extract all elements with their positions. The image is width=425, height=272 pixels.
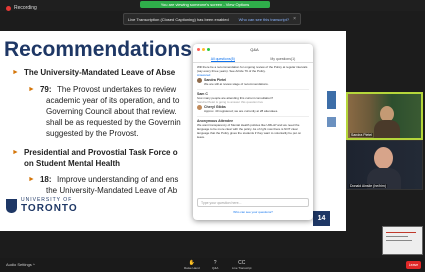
screen-thumbnail[interactable] xyxy=(382,226,423,255)
notification-text: Live Transcription (Closed Captioning) h… xyxy=(128,16,229,22)
question-visibility-link[interactable]: Who can see your questions? xyxy=(197,210,309,214)
question-status[interactable]: Answered xyxy=(197,73,309,77)
logo-main-text: TORONTO xyxy=(21,203,78,214)
view-options-tab[interactable]: You are viewing someone's screen - View … xyxy=(140,1,270,8)
minimize-window-icon[interactable] xyxy=(202,48,205,51)
thumbnail-decoration xyxy=(386,232,416,233)
slide-subbullet-79: ► 79: xyxy=(28,84,52,95)
slide-decoration xyxy=(327,117,336,127)
participant-name: Sandra Pietel xyxy=(350,133,374,137)
slide-page-number: 14 xyxy=(313,211,330,226)
transcript-notification: Live Transcription (Closed Captioning) h… xyxy=(123,13,301,25)
zoom-window: Recording You are viewing someone's scre… xyxy=(0,0,425,272)
participant-head xyxy=(374,147,393,169)
uoft-logo: UNIVERSITY OF TORONTO xyxy=(6,197,78,214)
participant-name: Donald Ainslie (he/him) xyxy=(349,184,387,188)
slide-title: Recommendations xyxy=(4,38,192,61)
bullet-1-text: The University-Mandated Leave of Abse xyxy=(23,68,176,77)
qa-question: Will there be a recommendation for ongoi… xyxy=(197,65,309,86)
slide-decoration xyxy=(327,91,336,109)
share-bar: Recording You are viewing someone's scre… xyxy=(0,0,425,11)
bullet-arrow-icon: ► xyxy=(12,149,19,156)
question-text: We want transparency of Mental Health po… xyxy=(197,123,302,139)
audio-settings-button[interactable]: Audio Settings ^ xyxy=(6,262,35,267)
qa-label: Q&A xyxy=(212,266,219,270)
raise-hand-label: Raise Hand xyxy=(184,266,200,270)
video-tile-donald[interactable]: Donald Ainslie (he/him) xyxy=(346,140,423,190)
qa-title: Q&A xyxy=(250,47,259,52)
avatar xyxy=(197,78,202,83)
subbullet-18-number: 18: xyxy=(39,175,52,184)
recording-label: Recording xyxy=(14,5,37,11)
qa-answer: Cheryl Gibbs Approx. 40 registered; we a… xyxy=(197,105,309,113)
bullet-arrow-icon: ► xyxy=(12,69,19,76)
video-tile-sandra[interactable]: Sandra Pietel xyxy=(346,92,423,140)
bullet-arrow-icon: ► xyxy=(28,86,35,93)
tab-my-questions[interactable]: My questions(1) xyxy=(270,55,295,62)
bullet-arrow-icon: ► xyxy=(28,176,35,183)
maximize-window-icon[interactable] xyxy=(207,48,210,51)
close-window-icon[interactable] xyxy=(197,48,200,51)
answer-text: Approx. 40 registered; we are currently … xyxy=(204,109,279,113)
crest-icon xyxy=(6,198,17,213)
qa-panel: Q&A All questions(5) My questions(1) Wil… xyxy=(193,44,313,220)
tab-all-questions[interactable]: All questions(5) xyxy=(210,55,235,62)
thumbnail-decoration xyxy=(386,236,408,237)
slide-bullet-2: ► Presidential and Provostial Task Force… xyxy=(12,147,178,158)
live-transcript-label: Live Transcript xyxy=(232,266,252,270)
leave-button[interactable]: Leave xyxy=(406,261,421,269)
slide-subbullet-18: ► 18: xyxy=(28,174,52,185)
qa-footer: Type your question here... Who can see y… xyxy=(197,198,309,214)
close-icon[interactable]: × xyxy=(293,16,296,22)
thumbnail-decoration xyxy=(386,240,412,241)
slide-line: academic year of its operation, and to xyxy=(46,96,180,105)
qa-question: Sam C how many people are attending this… xyxy=(197,89,309,113)
transcript-visibility-link[interactable]: Who can see this transcript? xyxy=(239,17,289,22)
slide-line: Improve understanding of and ens xyxy=(57,175,179,184)
qa-tabs: All questions(5) My questions(1) xyxy=(193,55,313,63)
slide-line: suggested by the Provost. xyxy=(46,129,139,138)
slide-line: Governing Council about that review. xyxy=(46,107,177,116)
question-status: Sandra Pietel is going to answer this qu… xyxy=(197,100,264,104)
recording-indicator[interactable]: Recording xyxy=(6,2,37,14)
qa-answer: Sandra Pietel We are still at review sta… xyxy=(197,78,309,86)
slide-line: the University-Mandated Leave of Ab xyxy=(46,186,178,195)
meeting-toolbar: Audio Settings ^ ✋ Raise Hand ? Q&A CC L… xyxy=(0,258,425,272)
participant-body xyxy=(374,120,400,138)
qa-titlebar: Q&A xyxy=(193,44,313,55)
record-dot-icon xyxy=(6,5,11,11)
slide-line: The Provost undertakes to review xyxy=(57,85,177,94)
qa-button[interactable]: ? Q&A xyxy=(212,260,218,270)
avatar xyxy=(197,105,202,110)
bullet-2-text: Presidential and Provostial Task Force o xyxy=(23,148,178,157)
slide-bullet-1: ► The University-Mandated Leave of Abse xyxy=(12,67,175,78)
bullet-2-text-cont: on Student Mental Health xyxy=(24,159,120,168)
question-input[interactable]: Type your question here... xyxy=(197,198,309,207)
subbullet-79-number: 79: xyxy=(39,85,52,94)
qa-question-list: Will there be a recommendation for ongoi… xyxy=(193,63,313,144)
answer-text: We are still at review stage of recommen… xyxy=(204,82,269,86)
slide-line: shall be as requested by the Governin xyxy=(46,118,181,127)
live-transcript-button[interactable]: CC Live Transcript xyxy=(232,260,252,270)
raise-hand-button[interactable]: ✋ Raise Hand xyxy=(184,260,200,270)
question-text: Will there be a recommendation for ongoi… xyxy=(197,65,308,73)
qa-question: Anonymous Attendee We want transparency … xyxy=(197,116,309,139)
